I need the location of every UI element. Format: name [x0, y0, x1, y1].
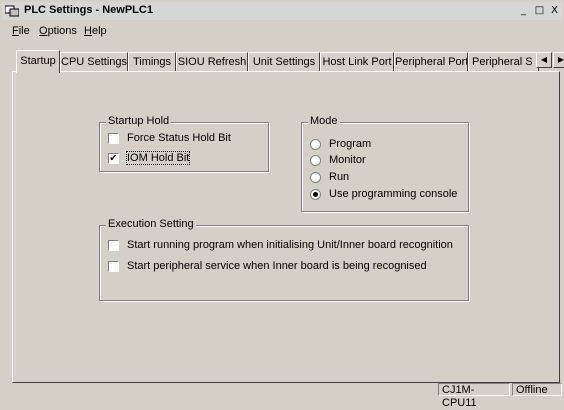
tab-cpu-settings[interactable]: CPU Settings [60, 52, 128, 71]
menu-help[interactable]: Help [84, 25, 107, 37]
menu-bar: File Options Help [2, 22, 562, 40]
status-cpu-model: CJ1M-CPU11 [438, 383, 510, 409]
menu-file-rest: ile [18, 25, 30, 37]
menu-help-rest: elp [91, 25, 107, 37]
mode-program-label: Program [329, 138, 372, 150]
radio-circle[interactable] [310, 139, 321, 150]
tab-startup[interactable]: Startup [16, 50, 60, 73]
checkbox-box[interactable] [108, 133, 119, 144]
tab-timings[interactable]: Timings [128, 52, 176, 71]
tab-unit-settings[interactable]: Unit Settings [248, 52, 320, 71]
tab-scroll-right-icon[interactable]: ▶ [553, 52, 564, 68]
start-running-program-label: Start running program when initialising … [127, 239, 453, 251]
radio-dot [313, 192, 318, 197]
menu-options[interactable]: Options [39, 25, 77, 37]
menu-file-accel: F [12, 25, 19, 37]
status-connection: Offline [512, 383, 562, 396]
startup-tab-panel: Startup Hold Force Status Hold Bit ✔ IOM… [12, 71, 560, 383]
menu-help-accel: H [84, 25, 92, 37]
window-title: PLC Settings - NewPLC1 [24, 4, 153, 16]
startup-hold-title: Startup Hold [106, 115, 172, 127]
tab-peripheral-port[interactable]: Peripheral Port [394, 52, 468, 71]
execution-setting-group: Execution Setting Start running program … [99, 218, 469, 301]
tab-host-link-port[interactable]: Host Link Port [320, 52, 394, 71]
menu-options-accel: O [39, 25, 48, 37]
radio-circle[interactable] [310, 155, 321, 166]
radio-selected-icon[interactable] [310, 189, 321, 200]
maximize-icon[interactable]: □ [532, 4, 547, 17]
tab-siou-refresh[interactable]: SIOU Refresh [176, 52, 248, 71]
mode-programming-console-label: Use programming console [329, 188, 458, 200]
mode-title: Mode [308, 115, 340, 127]
tab-peripheral-s[interactable]: Peripheral S [468, 52, 539, 71]
mode-run-label: Run [329, 171, 350, 183]
status-bar: CJ1M-CPU11 Offline [0, 383, 564, 409]
checkbox-checked-icon[interactable]: ✔ [108, 153, 119, 164]
force-status-hold-bit-label: Force Status Hold Bit [127, 132, 231, 144]
settings-tabs: Startup CPU Settings Timings SIOU Refres… [12, 50, 564, 73]
start-peripheral-service-label: Start peripheral service when Inner boar… [127, 260, 427, 272]
mode-group: Mode Program Monitor Run Use programming… [301, 115, 469, 212]
iom-hold-bit-label: IOM Hold Bit [125, 151, 191, 165]
mode-monitor-label: Monitor [329, 154, 366, 166]
checkbox-box[interactable] [108, 261, 119, 272]
checkbox-box[interactable] [108, 240, 119, 251]
tab-scroll-arrows: ◀ ▶ [536, 52, 564, 68]
plc-settings-window: PLC Settings - NewPLC1 _ □ X File Option… [0, 0, 564, 409]
tab-scroll-left-icon[interactable]: ◀ [536, 52, 552, 68]
menu-file[interactable]: File [12, 25, 30, 37]
execution-setting-title: Execution Setting [106, 218, 196, 230]
radio-circle[interactable] [310, 172, 321, 183]
title-bar[interactable]: PLC Settings - NewPLC1 _ □ X [2, 2, 562, 20]
close-icon[interactable]: X [547, 4, 562, 17]
startup-hold-group: Startup Hold Force Status Hold Bit ✔ IOM… [99, 115, 269, 172]
menu-options-rest: ptions [47, 25, 77, 37]
plc-app-icon [5, 5, 19, 17]
minimize-icon[interactable]: _ [516, 4, 531, 17]
